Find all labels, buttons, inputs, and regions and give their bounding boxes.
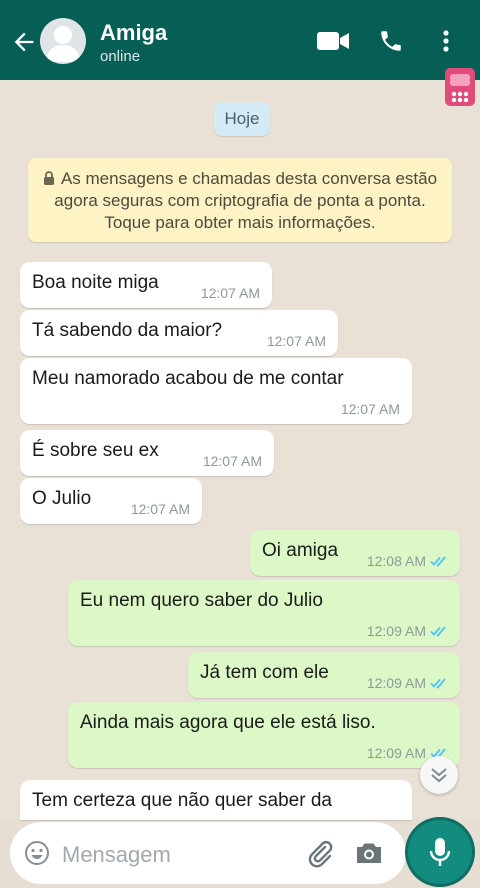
message-text: Eu nem quero saber do Julio: [80, 590, 323, 611]
contact-status: online: [100, 48, 141, 65]
message-time: 12:07 AM: [340, 401, 400, 417]
avatar[interactable]: [40, 18, 86, 64]
message-outgoing[interactable]: Oi amiga 12:08 AM: [250, 530, 460, 576]
message-time: 12:09 AM: [366, 623, 426, 639]
date-chip: Hoje: [214, 102, 270, 136]
message-incoming[interactable]: Boa noite miga 12:07 AM: [20, 262, 272, 308]
message-time: 12:07 AM: [130, 501, 190, 517]
message-meta: 12:09 AM: [367, 675, 450, 691]
scroll-to-bottom-button[interactable]: [420, 756, 458, 794]
double-chevron-down-icon: [431, 768, 447, 783]
message-text: Tem certeza que não quer saber da: [32, 790, 332, 811]
message-time: 12:09 AM: [366, 675, 426, 691]
message-incoming[interactable]: É sobre seu ex 12:07 AM: [20, 430, 274, 476]
message-time: 12:08 AM: [366, 553, 426, 569]
arrow-left-icon[interactable]: [10, 28, 38, 56]
message-input[interactable]: Mensagem: [62, 842, 171, 868]
sticker-icon: [445, 68, 475, 106]
message-incoming[interactable]: O Julio 12:07 AM: [20, 478, 202, 524]
message-outgoing[interactable]: Eu nem quero saber do Julio 12:09 AM: [68, 580, 460, 646]
message-text: Boa noite miga: [32, 272, 159, 293]
double-check-icon: [430, 678, 446, 689]
emoji-icon[interactable]: [24, 840, 50, 866]
more-vertical-icon[interactable]: [440, 28, 452, 54]
contact-name[interactable]: Amiga: [100, 20, 167, 46]
message-time: 12:07 AM: [266, 333, 326, 349]
message-text: Tá sabendo da maior?: [32, 320, 223, 341]
paperclip-icon[interactable]: [304, 838, 334, 868]
message-incoming[interactable]: Tá sabendo da maior? 12:07 AM: [20, 310, 338, 356]
encryption-notice-text: As mensagens e chamadas desta conversa e…: [54, 169, 438, 232]
double-check-icon: [430, 556, 446, 567]
microphone-icon: [429, 838, 451, 866]
message-text: É sobre seu ex: [32, 440, 159, 461]
message-time: 12:07 AM: [200, 285, 260, 301]
encryption-notice[interactable]: As mensagens e chamadas desta conversa e…: [28, 158, 452, 242]
video-camera-icon[interactable]: [316, 30, 350, 52]
lock-icon: [43, 171, 54, 185]
message-incoming[interactable]: Meu namorado acabou de me contar 12:07 A…: [20, 358, 412, 424]
message-time: 12:09 AM: [366, 745, 426, 761]
message-time: 12:07 AM: [202, 453, 262, 469]
microphone-button[interactable]: [408, 820, 472, 884]
message-incoming[interactable]: Tem certeza que não quer saber da: [20, 780, 412, 820]
message-text: O Julio: [32, 488, 92, 509]
message-text: Meu namorado acabou de me contar: [32, 368, 344, 389]
double-check-icon: [430, 626, 446, 637]
message-text: Ainda mais agora que ele está liso.: [80, 712, 376, 733]
message-meta: 12:08 AM: [367, 553, 450, 569]
message-text: Já tem com ele: [200, 662, 329, 683]
camera-icon[interactable]: [354, 840, 384, 866]
message-text: Oi amiga: [262, 540, 339, 561]
message-meta: 12:09 AM: [367, 623, 450, 639]
message-outgoing[interactable]: Ainda mais agora que ele está liso. 12:0…: [68, 702, 460, 768]
phone-icon[interactable]: [378, 28, 404, 54]
chat-header: Amiga online: [0, 0, 480, 80]
message-composer[interactable]: Mensagem: [10, 822, 406, 884]
message-outgoing[interactable]: Já tem com ele 12:09 AM: [188, 652, 460, 698]
